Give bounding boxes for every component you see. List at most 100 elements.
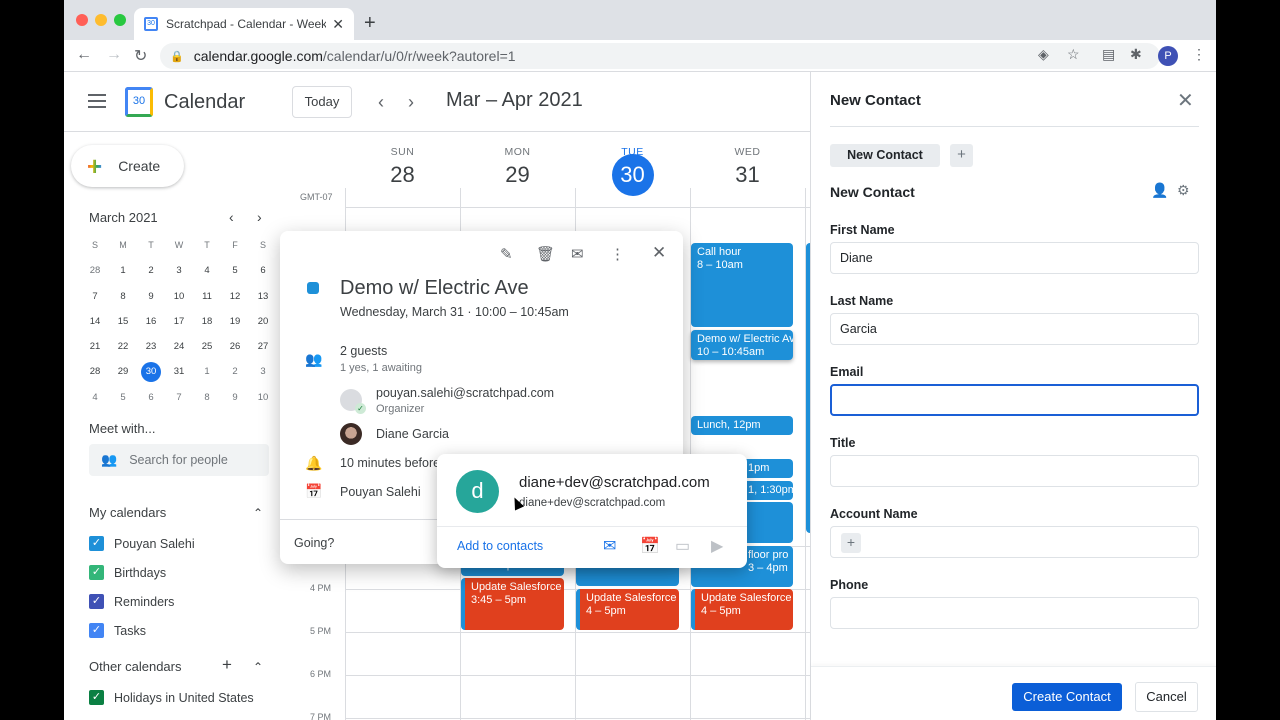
mini-calendar-day[interactable]: 12 [221, 284, 249, 309]
close-icon[interactable]: ✕ [652, 243, 666, 263]
mini-prev-month-icon[interactable]: ‹ [229, 209, 234, 225]
mini-calendar-day[interactable]: 23 [137, 334, 165, 359]
mini-calendar-day[interactable]: 8 [109, 284, 137, 309]
chat-icon[interactable]: ▭ [675, 536, 690, 556]
checkbox-checked-icon[interactable]: ✓ [89, 623, 104, 638]
mini-calendar-day[interactable]: 9 [137, 284, 165, 309]
event-update-salesforce[interactable]: Update Salesforce 4 – 5pm [576, 589, 679, 630]
mini-calendar-day[interactable]: 19 [221, 309, 249, 334]
account-name-input[interactable]: + [830, 526, 1199, 558]
maximize-window-button[interactable] [114, 14, 126, 26]
mini-calendar-day[interactable]: 28 [81, 359, 109, 384]
delete-trash-icon[interactable]: 🗑 [536, 245, 555, 263]
mini-calendar-day[interactable]: 6 [137, 385, 165, 410]
mini-calendar-day[interactable]: 5 [221, 258, 249, 283]
mini-calendar-day[interactable]: 6 [249, 258, 277, 283]
add-account-icon[interactable]: + [841, 533, 861, 553]
mini-calendar-day[interactable]: 13 [249, 284, 277, 309]
day-header[interactable]: TUE 30 [575, 146, 690, 196]
mini-calendar-day[interactable]: 10 [165, 284, 193, 309]
mini-calendar-day[interactable]: 27 [249, 334, 277, 359]
reading-list-icon[interactable]: ▤ [1102, 46, 1115, 63]
create-contact-button[interactable]: Create Contact [1012, 683, 1122, 711]
close-window-button[interactable] [76, 14, 88, 26]
last-name-input[interactable]: Garcia [830, 313, 1199, 345]
event-demo-electric-ave[interactable]: Demo w/ Electric Ave 10 – 10:45am [691, 330, 793, 360]
main-menu-icon[interactable] [88, 94, 106, 108]
mini-calendar-day[interactable]: 2 [137, 258, 165, 283]
mini-calendar-day[interactable]: 4 [193, 258, 221, 283]
collapse-chevron-icon[interactable]: ⌃ [253, 660, 263, 674]
cancel-button[interactable]: Cancel [1135, 682, 1198, 712]
today-button[interactable]: Today [292, 86, 352, 118]
add-tab-button[interactable]: + [950, 144, 973, 167]
event-lunch[interactable]: Lunch, 12pm [691, 416, 793, 435]
minimize-window-button[interactable] [95, 14, 107, 26]
search-people-input[interactable]: 👥 Search for people [89, 444, 269, 476]
create-button[interactable]: + Create [71, 145, 184, 187]
extensions-puzzle-icon[interactable]: ✱ [1130, 46, 1142, 63]
mini-calendar-day[interactable]: 20 [249, 309, 277, 334]
mini-calendar-day[interactable]: 17 [165, 309, 193, 334]
mini-calendar-day[interactable]: 24 [165, 334, 193, 359]
close-tab-icon[interactable]: ✕ [332, 16, 344, 33]
mini-calendar-day[interactable]: 10 [249, 385, 277, 410]
day-header[interactable]: MON 29 [460, 146, 575, 188]
send-email-icon[interactable]: ✉ [603, 536, 616, 556]
close-panel-icon[interactable]: ✕ [1177, 88, 1194, 113]
mini-calendar-day[interactable]: 3 [249, 359, 277, 384]
new-tab-button[interactable]: + [364, 12, 376, 35]
add-calendar-icon[interactable]: + [222, 655, 232, 675]
checkbox-checked-icon[interactable]: ✓ [89, 536, 104, 551]
checkbox-checked-icon[interactable]: ✓ [89, 594, 104, 609]
mini-calendar-day[interactable]: 7 [81, 284, 109, 309]
video-call-icon[interactable]: ▶ [711, 536, 723, 556]
mini-calendar-day[interactable]: 1 [193, 359, 221, 384]
mini-calendar-day[interactable]: 15 [109, 309, 137, 334]
reload-icon[interactable]: ↻ [134, 46, 147, 66]
add-to-contacts-link[interactable]: Add to contacts [457, 539, 543, 553]
tab-new-contact[interactable]: New Contact [830, 144, 940, 167]
back-arrow-icon[interactable]: ← [76, 46, 92, 64]
event-update-salesforce[interactable]: Update Salesforce 3:45 – 5pm [461, 578, 564, 630]
mini-calendar-day[interactable]: 26 [221, 334, 249, 359]
edit-pencil-icon[interactable]: ✎ [500, 245, 513, 263]
mini-calendar-day[interactable]: 1 [109, 258, 137, 283]
mini-calendar-day[interactable]: 3 [165, 258, 193, 283]
calendar-item[interactable]: ✓ Pouyan Salehi [89, 536, 195, 551]
mini-next-month-icon[interactable]: › [257, 209, 262, 225]
mini-calendar-day[interactable]: 14 [81, 309, 109, 334]
calendar-item[interactable]: ✓ Reminders [89, 594, 174, 609]
day-number[interactable]: 31 [690, 162, 805, 188]
browser-menu-icon[interactable]: ⋮ [1192, 46, 1206, 63]
mini-calendar-day[interactable]: 18 [193, 309, 221, 334]
email-guests-icon[interactable]: ✉ [571, 245, 584, 263]
mini-calendar-day[interactable]: 16 [137, 309, 165, 334]
mini-calendar-day[interactable]: 25 [193, 334, 221, 359]
guest-name[interactable]: Diane Garcia [376, 427, 449, 441]
person-icon[interactable]: 👤 [1151, 182, 1168, 199]
calendar-item[interactable]: ✓ Tasks [89, 623, 146, 638]
browser-tab[interactable]: 30 Scratchpad - Calendar - Week ✕ [134, 8, 354, 40]
checkbox-checked-icon[interactable]: ✓ [89, 690, 104, 705]
mini-calendar-day[interactable]: 7 [165, 385, 193, 410]
calendar-item[interactable]: ✓ Holidays in United States [89, 690, 254, 705]
mini-calendar-day[interactable]: 11 [193, 284, 221, 309]
email-input[interactable] [830, 384, 1199, 416]
schedule-event-icon[interactable]: 📅 [640, 536, 660, 556]
mini-calendar-day[interactable]: 8 [193, 385, 221, 410]
title-input[interactable] [830, 455, 1199, 487]
phone-input[interactable] [830, 597, 1199, 629]
day-header[interactable]: WED 31 [690, 146, 805, 188]
profile-avatar[interactable]: P [1158, 46, 1178, 66]
guest-name[interactable]: pouyan.salehi@scratchpad.com [376, 386, 554, 400]
mini-calendar-day[interactable]: 5 [109, 385, 137, 410]
day-number[interactable]: 28 [345, 162, 460, 188]
mini-calendar-day[interactable]: 22 [109, 334, 137, 359]
mini-calendar-day[interactable]: 21 [81, 334, 109, 359]
mini-calendar-day[interactable]: 29 [109, 359, 137, 384]
mini-calendar-day[interactable]: 2 [221, 359, 249, 384]
bookmark-star-icon[interactable]: ☆ [1067, 46, 1080, 63]
day-header[interactable]: SUN 28 [345, 146, 460, 188]
gear-icon[interactable]: ⚙ [1177, 182, 1190, 199]
